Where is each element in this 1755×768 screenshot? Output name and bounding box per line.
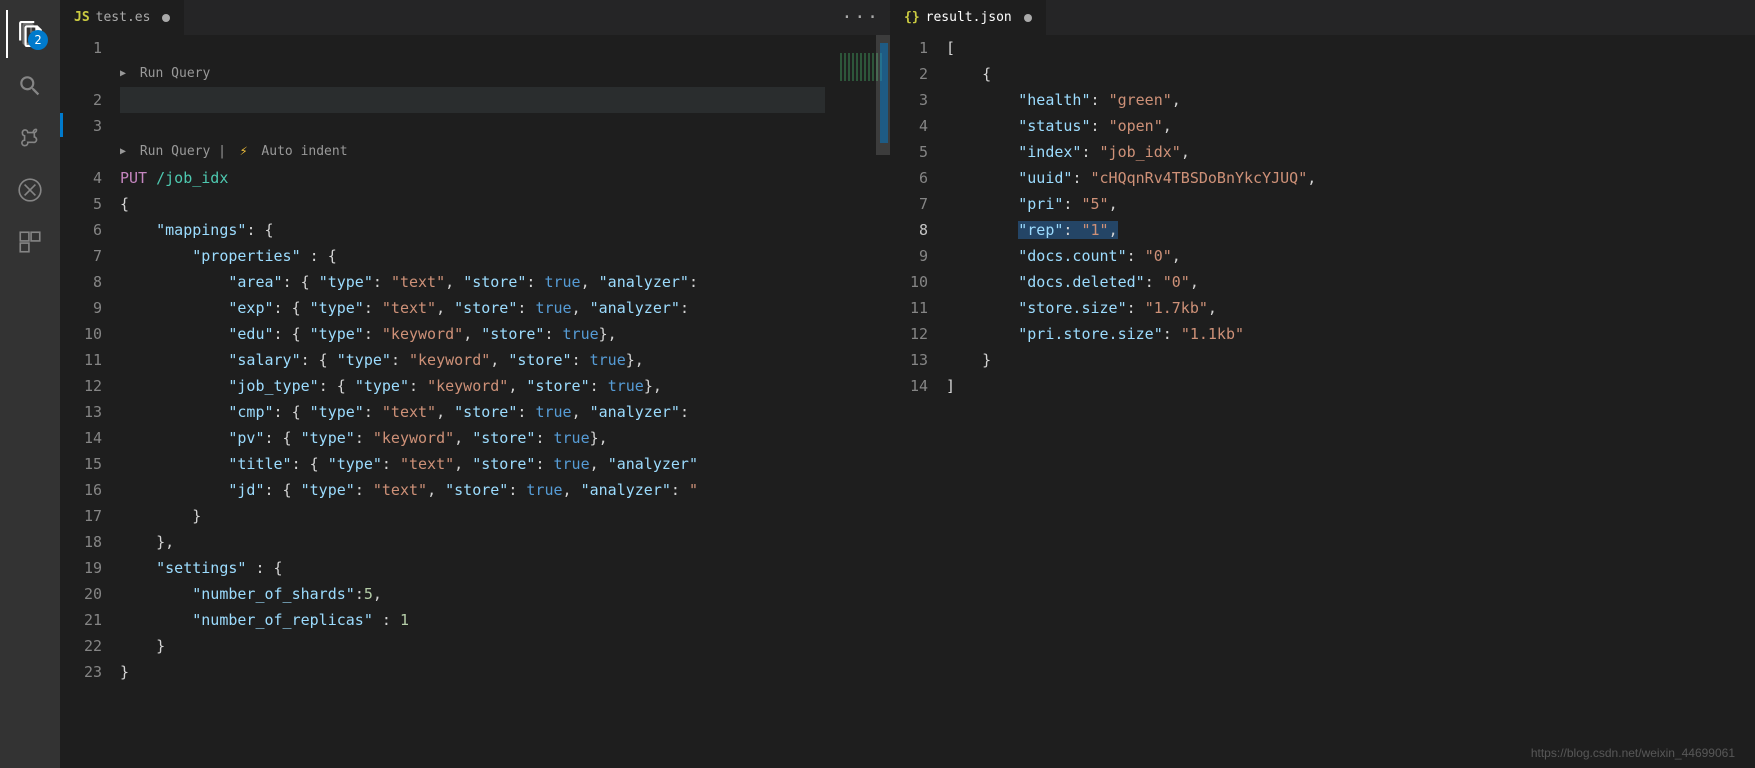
cursor-indicator: [60, 113, 63, 137]
left-tabs: JS test.es ···: [60, 0, 890, 35]
left-code[interactable]: ▶ Run QueryGET _cat/indices▶ Run Query |…: [120, 35, 825, 768]
code-line[interactable]: "pri": "5",: [946, 191, 1755, 217]
left-editor-group: JS test.es ··· 1234567891011121314151617…: [60, 0, 890, 768]
search-icon[interactable]: [6, 62, 54, 110]
tab-more-icon[interactable]: ···: [831, 7, 890, 28]
code-line[interactable]: "cmp": { "type": "text", "store": true, …: [120, 399, 825, 425]
codelens-run-auto[interactable]: ▶ Run Query | ⚡ Auto indent: [120, 139, 825, 165]
code-line[interactable]: {: [946, 61, 1755, 87]
code-line[interactable]: "exp": { "type": "text", "store": true, …: [120, 295, 825, 321]
code-line[interactable]: [: [946, 35, 1755, 61]
code-line[interactable]: "mappings": {: [120, 217, 825, 243]
code-line[interactable]: "docs.deleted": "0",: [946, 269, 1755, 295]
tab-label: test.es: [96, 10, 151, 25]
active-line-highlight: [120, 87, 825, 113]
code-line[interactable]: }: [946, 347, 1755, 373]
code-line[interactable]: "title": { "type": "text", "store": true…: [120, 451, 825, 477]
code-line[interactable]: }: [120, 633, 825, 659]
code-line[interactable]: "rep": "1",: [946, 217, 1755, 243]
code-line[interactable]: "number_of_shards":5,: [120, 581, 825, 607]
tab-label: result.json: [926, 10, 1012, 25]
minimap[interactable]: [825, 35, 890, 768]
activity-bar: 2: [0, 0, 60, 768]
json-file-icon: {}: [904, 10, 920, 25]
right-gutter: 1234567891011121314: [890, 35, 946, 768]
code-line[interactable]: }: [120, 659, 825, 685]
code-line[interactable]: "status": "open",: [946, 113, 1755, 139]
code-line[interactable]: "job_type": { "type": "keyword", "store"…: [120, 373, 825, 399]
code-line[interactable]: "store.size": "1.7kb",: [946, 295, 1755, 321]
code-line[interactable]: "salary": { "type": "keyword", "store": …: [120, 347, 825, 373]
extensions-icon[interactable]: [6, 218, 54, 266]
explorer-icon[interactable]: 2: [6, 10, 54, 58]
explorer-badge: 2: [28, 30, 48, 50]
left-editor[interactable]: 1234567891011121314151617181920212223 ▶ …: [60, 35, 890, 768]
right-code[interactable]: [ { "health": "green", "status": "open",…: [946, 35, 1755, 768]
code-line[interactable]: "properties" : {: [120, 243, 825, 269]
code-line[interactable]: "jd": { "type": "text", "store": true, "…: [120, 477, 825, 503]
codelens-run-query[interactable]: ▶ Run Query: [120, 61, 825, 87]
js-file-icon: JS: [74, 10, 90, 25]
scroll-indicator: [880, 43, 888, 143]
code-line[interactable]: }: [120, 503, 825, 529]
code-line[interactable]: "settings" : {: [120, 555, 825, 581]
tab-test-es[interactable]: JS test.es: [60, 0, 184, 35]
right-tabs: {} result.json: [890, 0, 1755, 35]
unsaved-dot-icon: [1024, 14, 1032, 22]
code-line[interactable]: [120, 35, 825, 61]
code-line[interactable]: ]: [946, 373, 1755, 399]
code-line[interactable]: PUT /job_idx: [120, 165, 825, 191]
code-line[interactable]: "area": { "type": "text", "store": true,…: [120, 269, 825, 295]
code-line[interactable]: "uuid": "cHQqnRv4TBSDoBnYkcYJUQ",: [946, 165, 1755, 191]
code-line[interactable]: "edu": { "type": "keyword", "store": tru…: [120, 321, 825, 347]
source-control-icon[interactable]: [6, 114, 54, 162]
right-editor[interactable]: 1234567891011121314 [ { "health": "green…: [890, 35, 1755, 768]
code-line[interactable]: "number_of_replicas" : 1: [120, 607, 825, 633]
debug-icon[interactable]: [6, 166, 54, 214]
code-line[interactable]: },: [120, 529, 825, 555]
code-line[interactable]: "health": "green",: [946, 87, 1755, 113]
unsaved-dot-icon: [162, 14, 170, 22]
code-line[interactable]: "pv": { "type": "keyword", "store": true…: [120, 425, 825, 451]
code-line[interactable]: {: [120, 191, 825, 217]
code-line[interactable]: [120, 113, 825, 139]
right-editor-group: {} result.json 1234567891011121314 [ { "…: [890, 0, 1755, 768]
left-gutter: 1234567891011121314151617181920212223: [60, 35, 120, 768]
code-line[interactable]: "index": "job_idx",: [946, 139, 1755, 165]
tab-result-json[interactable]: {} result.json: [890, 0, 1046, 35]
code-line[interactable]: "pri.store.size": "1.1kb": [946, 321, 1755, 347]
watermark: https://blog.csdn.net/weixin_44699061: [1531, 746, 1735, 760]
code-line[interactable]: "docs.count": "0",: [946, 243, 1755, 269]
